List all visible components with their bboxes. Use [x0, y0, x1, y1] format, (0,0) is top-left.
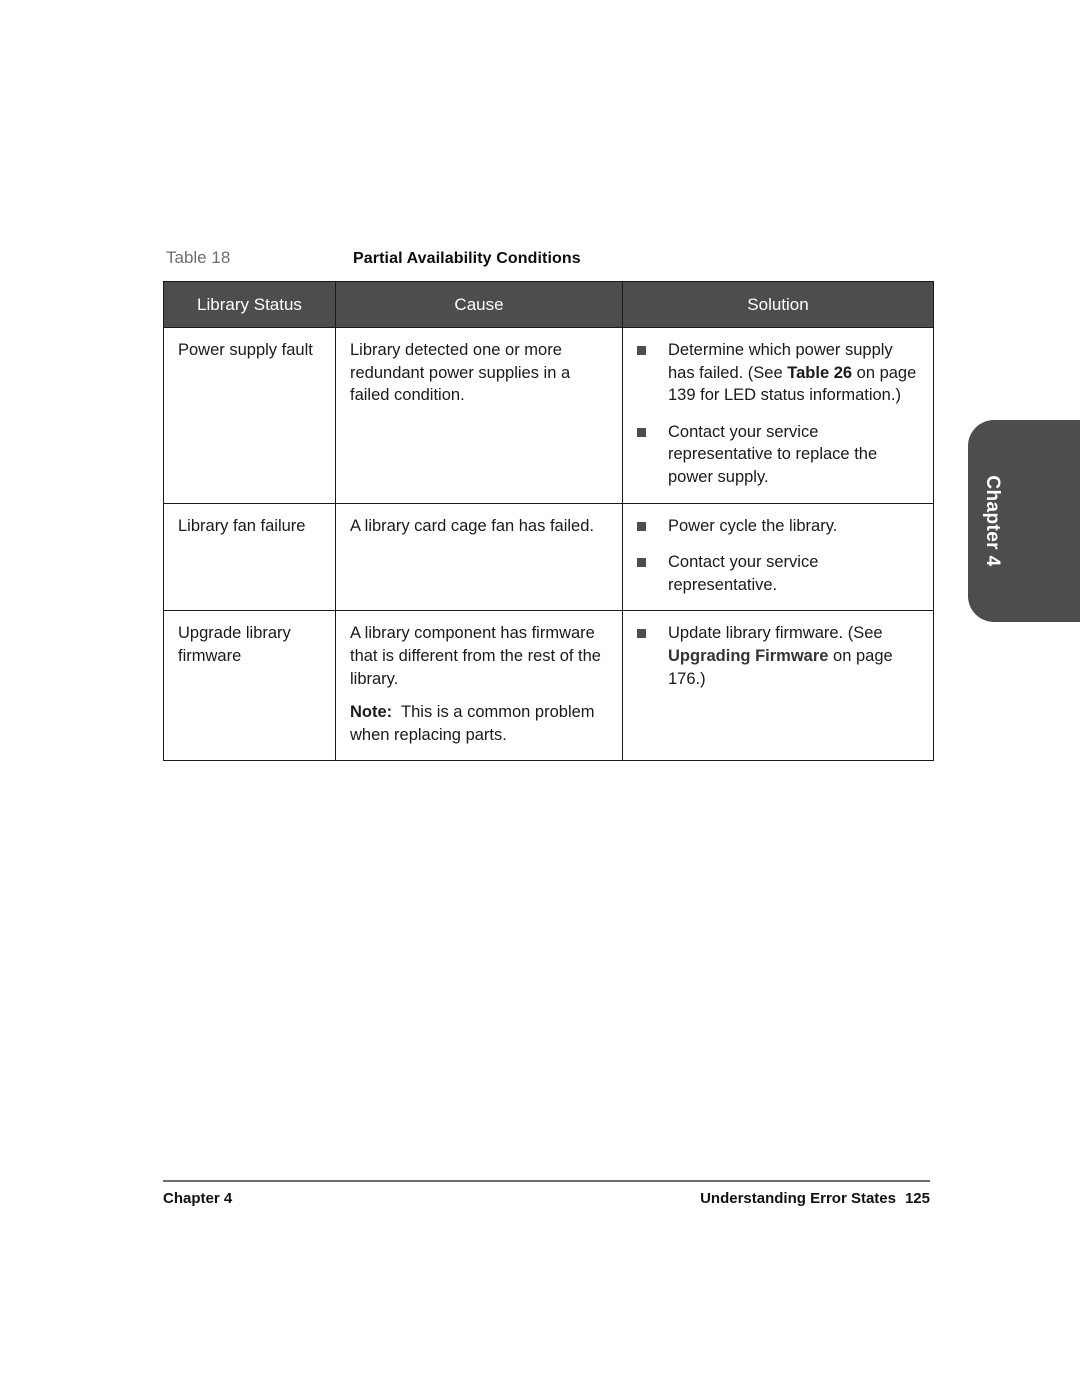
table-caption-title: Partial Availability Conditions	[353, 250, 581, 267]
status-text: Power supply fault	[178, 341, 313, 359]
table-header-row: Library Status Cause Solution	[163, 281, 934, 328]
cause-text: Library detected one or more redundant p…	[350, 341, 571, 405]
column-header-solution: Solution	[622, 281, 934, 328]
table-caption-label: Table 18	[166, 248, 231, 267]
bullet-text-bold-ref: Upgrading Firmware	[668, 646, 829, 665]
cell-library-status: Library fan failure	[163, 502, 336, 612]
bullet-text-prefix: Contact your service representative.	[668, 553, 819, 594]
square-bullet-icon	[637, 629, 646, 639]
list-item: Contact your service representative to r…	[637, 421, 919, 489]
status-text: Library fan failure	[178, 516, 306, 535]
cause-note: Note: This is a common problem when repl…	[350, 701, 608, 746]
footer-divider	[163, 1180, 930, 1182]
square-bullet-icon	[637, 346, 646, 355]
list-item: Power cycle the library.	[637, 515, 919, 538]
list-item: Update library firmware. (See Upgrading …	[637, 622, 919, 690]
table-body: Power supply fault Library detected one …	[163, 327, 934, 762]
cell-cause: A library card cage fan has failed.	[335, 502, 623, 612]
cause-text: A library component has firmware that is…	[350, 624, 601, 688]
solution-bullet-list: Determine which power supply has failed.…	[637, 339, 919, 489]
chapter-side-tab-label: Chapter 4	[982, 475, 1003, 567]
list-item: Contact your service representative.	[637, 551, 919, 596]
bullet-text-prefix: Update library firmware. (See	[668, 624, 883, 643]
square-bullet-icon	[637, 521, 646, 531]
footer-section-title: Understanding Error States	[700, 1190, 896, 1207]
footer-chapter-label: Chapter 4	[163, 1190, 233, 1207]
chapter-side-tab: Chapter 4	[968, 420, 1080, 622]
solution-bullet-list: Update library firmware. (See Upgrading …	[637, 622, 919, 690]
footer-page-number: 125	[904, 1190, 930, 1207]
square-bullet-icon	[637, 427, 646, 437]
column-header-library-status: Library Status	[163, 281, 336, 328]
cell-cause: Library detected one or more redundant p…	[335, 327, 623, 504]
document-page: Chapter 4 Table 18 Partial Availability …	[0, 0, 1080, 1397]
status-text: Upgrade library firmware	[178, 624, 291, 665]
cause-text: A library card cage fan has failed.	[350, 516, 594, 535]
table-row: Library fan failure A library card cage …	[163, 502, 934, 612]
bullet-text-bold-ref: Table 26	[787, 363, 853, 382]
square-bullet-icon	[637, 558, 646, 568]
partial-availability-conditions-table: Library Status Cause Solution Power supp…	[163, 281, 934, 762]
cell-solution: Determine which power supply has failed.…	[622, 327, 934, 504]
table-row: Power supply fault Library detected one …	[163, 327, 934, 504]
table-caption: Table 18 Partial Availability Conditions	[166, 248, 930, 268]
cell-library-status: Upgrade library firmware	[163, 610, 336, 762]
table-row: Upgrade library firmware A library compo…	[163, 610, 934, 762]
cell-solution: Power cycle the library. Contact your se…	[622, 502, 934, 612]
bullet-text-prefix: Contact your service representative to r…	[668, 422, 878, 486]
solution-bullet-list: Power cycle the library. Contact your se…	[637, 515, 919, 597]
cell-solution: Update library firmware. (See Upgrading …	[622, 610, 934, 762]
bullet-text-prefix: Power cycle the library.	[668, 516, 838, 535]
page-footer: Chapter 4 Understanding Error States 125	[163, 1190, 930, 1207]
cell-library-status: Power supply fault	[163, 327, 336, 504]
column-header-cause: Cause	[335, 281, 623, 328]
cell-cause: A library component has firmware that is…	[335, 610, 623, 762]
footer-section-label: Understanding Error States 125	[700, 1190, 930, 1207]
table-header: Library Status Cause Solution	[163, 281, 934, 328]
list-item: Determine which power supply has failed.…	[637, 339, 919, 407]
note-label: Note:	[350, 703, 393, 722]
